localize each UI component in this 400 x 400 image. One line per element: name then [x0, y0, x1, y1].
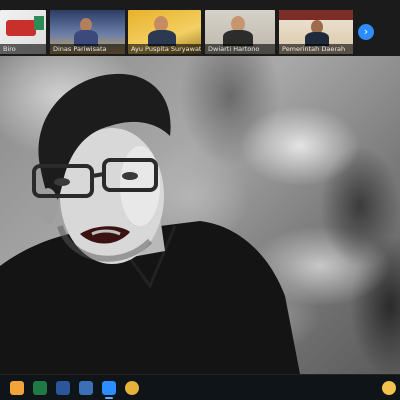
next-page-button[interactable]: › — [358, 24, 374, 40]
participant-name: Pemerintah Daerah — [279, 44, 353, 54]
participant-tile[interactable]: Biro — [0, 10, 46, 54]
chrome-icon[interactable] — [125, 381, 139, 395]
participant-tile[interactable]: Dwiarti Hartono — [205, 10, 275, 54]
participant-name: Dwiarti Hartono — [205, 44, 275, 54]
participant-tile[interactable]: Ayu Puspita Suryawati — [128, 10, 201, 54]
active-speaker-video — [0, 56, 400, 374]
speaker-eye — [54, 178, 70, 186]
participant-name: Ayu Puspita Suryawati — [128, 44, 201, 54]
participant-name: Biro — [0, 44, 46, 54]
participant-name: Dinas Pariwisata — [50, 44, 125, 54]
participant-tile[interactable]: Dinas Pariwisata — [50, 10, 125, 54]
word-icon[interactable] — [56, 381, 70, 395]
speaker-eye — [122, 172, 138, 180]
participant-strip: Biro Dinas Pariwisata Ayu Puspita Suryaw… — [0, 0, 400, 56]
participant-tile[interactable]: Pemerintah Daerah — [279, 10, 353, 54]
slide-graphic — [34, 16, 44, 30]
glasses-bridge — [91, 172, 105, 178]
background-banner — [279, 10, 353, 20]
speaker-ear — [38, 188, 58, 224]
taskbar — [0, 374, 400, 400]
video-call-window: Biro Dinas Pariwisata Ayu Puspita Suryaw… — [0, 0, 400, 400]
start-icon[interactable] — [10, 381, 24, 395]
excel-icon[interactable] — [33, 381, 47, 395]
tray-icon[interactable] — [382, 381, 396, 395]
speaker-figure — [0, 73, 300, 374]
file-explorer-icon[interactable] — [79, 381, 93, 395]
zoom-icon[interactable] — [102, 381, 116, 399]
slide-graphic — [6, 20, 36, 36]
